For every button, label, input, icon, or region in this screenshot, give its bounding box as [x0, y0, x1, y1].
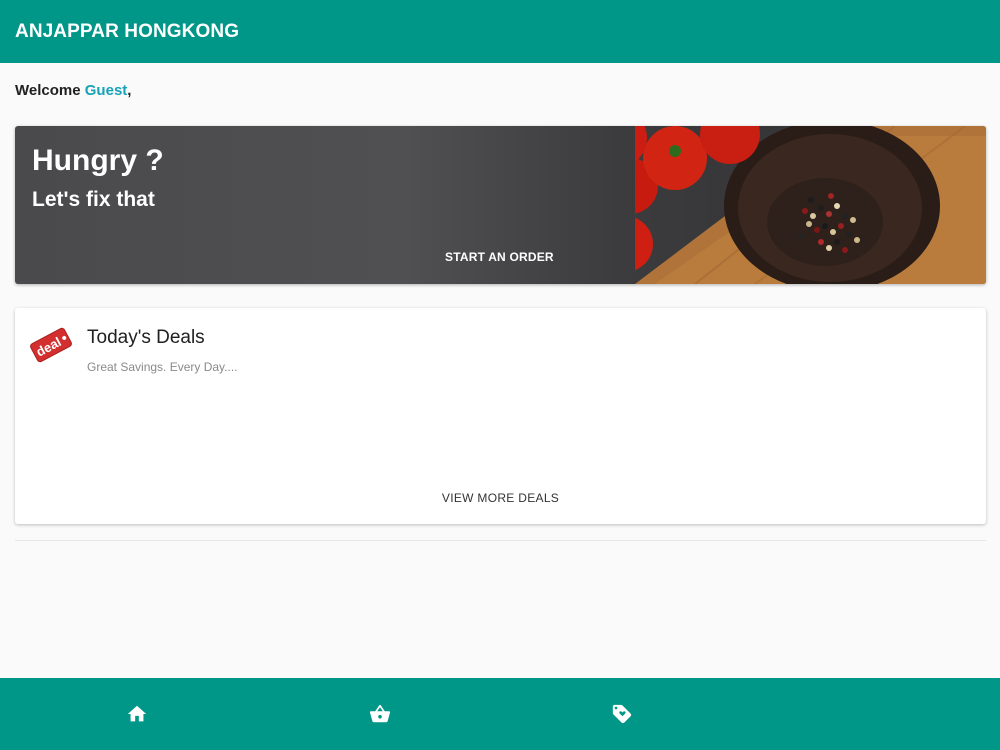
- welcome-punct: ,: [127, 82, 132, 99]
- nav-basket-button[interactable]: [368, 702, 392, 726]
- deal-tag-icon: deal: [30, 327, 72, 363]
- deals-title: Today's Deals: [87, 327, 205, 348]
- basket-icon: [369, 704, 391, 723]
- welcome-message: Welcome Guest,: [15, 82, 131, 99]
- hero-subtitle: Let's fix that: [32, 188, 155, 211]
- bottom-nav: [0, 678, 1000, 750]
- start-order-button[interactable]: START AN ORDER: [445, 250, 554, 264]
- deals-subtitle: Great Savings. Every Day....: [87, 360, 238, 374]
- welcome-user: Guest: [84, 82, 128, 99]
- divider: [15, 540, 986, 541]
- app-title: ANJAPPAR HONGKONG: [15, 20, 240, 42]
- nav-deals-button[interactable]: [610, 702, 634, 726]
- home-icon: [127, 705, 147, 722]
- deals-card: deal Today's Deals Great Savings. Every …: [15, 308, 986, 524]
- hero-banner[interactable]: Hungry ? Let's fix that START AN ORDER: [15, 126, 986, 284]
- app-bar: ANJAPPAR HONGKONG: [0, 0, 1000, 63]
- hero-title: Hungry ?: [32, 144, 164, 177]
- tag-icon: [612, 704, 632, 724]
- welcome-greeting: Welcome: [15, 82, 81, 99]
- nav-home-button[interactable]: [125, 702, 149, 726]
- hero-food-image: [635, 126, 986, 284]
- view-more-deals-button[interactable]: VIEW MORE DEALS: [15, 491, 986, 505]
